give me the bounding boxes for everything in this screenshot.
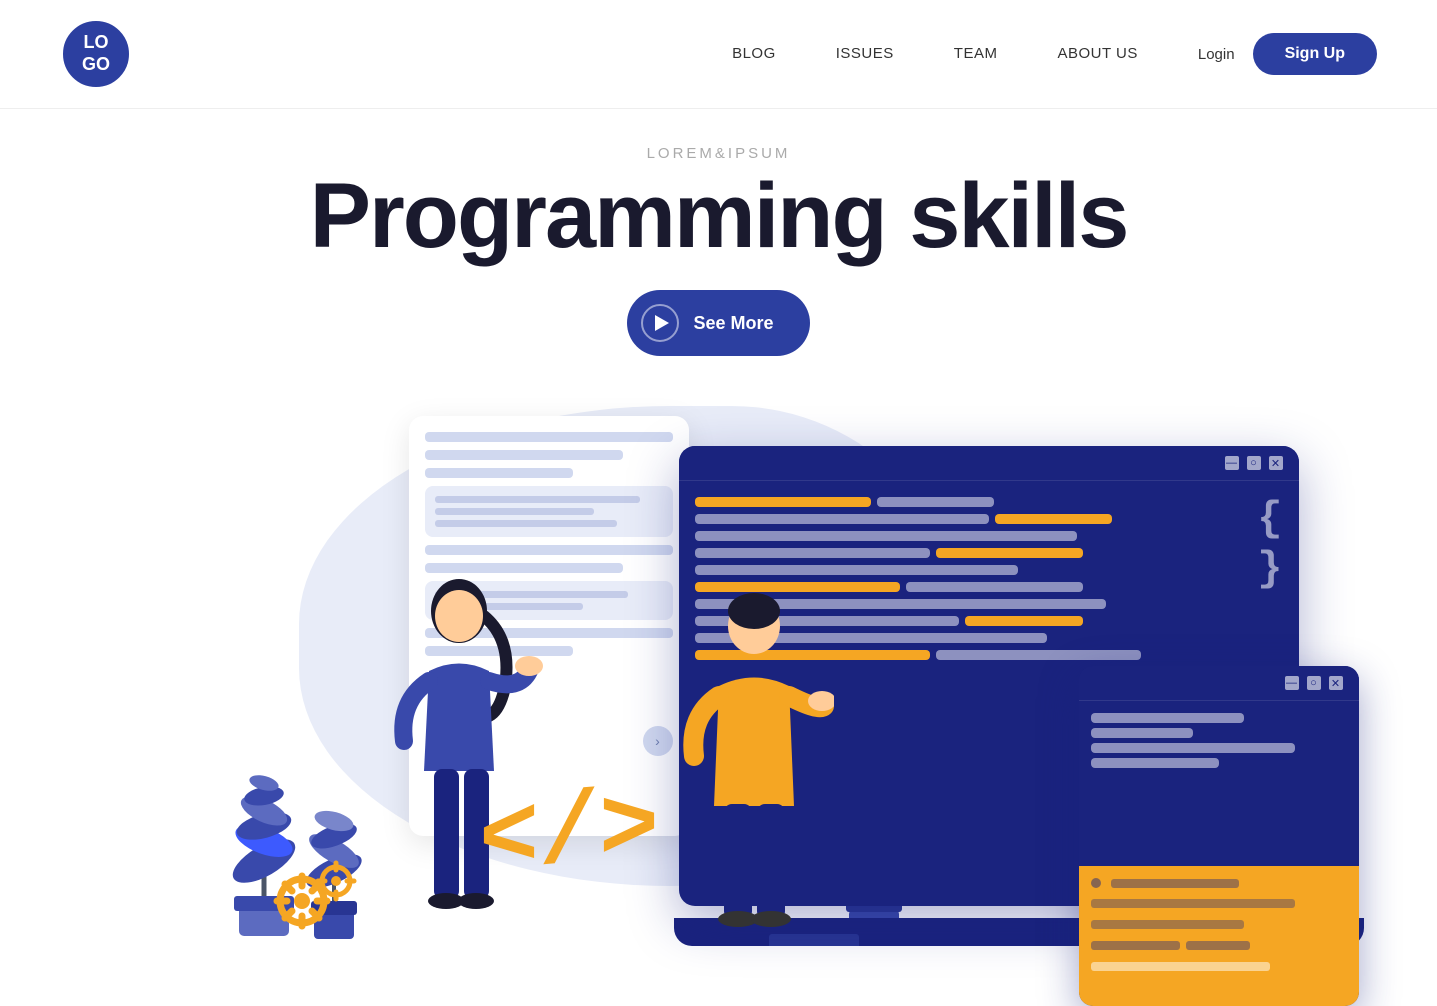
maximize-button[interactable]: ○ (1247, 456, 1261, 470)
orange-code-line-2 (1091, 899, 1296, 908)
editor-titlebar: — ○ ✕ (679, 446, 1299, 481)
orange-code-line-4 (1091, 941, 1181, 950)
gears-group (264, 851, 364, 941)
logo[interactable]: LO GO (60, 18, 132, 90)
sec-line-4 (1091, 758, 1219, 768)
doc-line-1 (425, 432, 673, 442)
sec-line-3 (1091, 743, 1296, 753)
orange-code-line-1 (1111, 879, 1239, 888)
sec-code-row-2 (1091, 728, 1347, 738)
svg-text:LO: LO (84, 32, 109, 52)
orange-code-line-3 (1091, 920, 1245, 929)
nav-item-issues[interactable]: ISSUES (836, 45, 894, 63)
brace-symbol: {} (1257, 494, 1282, 595)
code-line-white-2 (695, 514, 989, 524)
nav-item-about[interactable]: ABOUT US (1057, 45, 1137, 63)
doc-inner-3 (435, 520, 617, 527)
doc-line-3 (425, 468, 574, 478)
minimize-button[interactable]: — (1225, 456, 1239, 470)
nav-links: BLOG ISSUES TEAM ABOUT US (732, 45, 1138, 63)
hero-subtitle: LOREM&IPSUM (647, 145, 791, 162)
signup-button[interactable]: Sign Up (1253, 33, 1377, 75)
doc-inner-1 (435, 496, 640, 503)
nav-item-team[interactable]: TEAM (954, 45, 998, 63)
sec-close-button[interactable]: ✕ (1329, 676, 1343, 690)
illustration-area: › — ○ ✕ (119, 386, 1319, 946)
see-more-label: See More (693, 313, 773, 334)
code-row-2 (695, 514, 1283, 524)
code-line-orange-2 (995, 514, 1113, 524)
secondary-editor-body (1079, 701, 1359, 785)
code-line-white-10 (936, 650, 1142, 660)
code-brackets-symbol: </> (479, 778, 659, 894)
sec-line-2 (1091, 728, 1193, 738)
hero-title: Programming skills (310, 170, 1128, 262)
doc-line-2 (425, 450, 623, 460)
code-line-white-4 (695, 548, 930, 558)
doc-arrow-icon: › (643, 726, 673, 756)
code-row-4 (695, 548, 1283, 558)
man-figure (674, 561, 834, 946)
orange-row-2 (1091, 941, 1347, 950)
svg-text:GO: GO (82, 54, 110, 74)
close-button[interactable]: ✕ (1269, 456, 1283, 470)
doc-section-1 (425, 486, 673, 537)
navbar: LO GO BLOG ISSUES TEAM ABOUT US Login Si… (0, 0, 1437, 109)
see-more-button[interactable]: See More (627, 290, 809, 356)
nav-item-blog[interactable]: BLOG (732, 45, 776, 63)
code-line-white-3 (695, 531, 1077, 541)
sec-minimize-button[interactable]: — (1285, 676, 1299, 690)
code-line-orange-3 (936, 548, 1083, 558)
code-line-white-1 (877, 497, 995, 507)
sec-maximize-button[interactable]: ○ (1307, 676, 1321, 690)
orange-row-1 (1091, 878, 1347, 888)
play-icon (641, 304, 679, 342)
code-row-1 (695, 497, 1283, 507)
code-line-orange-1 (695, 497, 871, 507)
play-triangle-icon (655, 315, 669, 331)
sec-code-row-4 (1091, 758, 1347, 768)
secondary-titlebar: — ○ ✕ (1079, 666, 1359, 701)
code-line-white-6 (906, 582, 1082, 592)
sec-code-row-3 (1091, 743, 1347, 753)
code-row-3 (695, 531, 1283, 541)
orange-dot-1 (1091, 878, 1101, 888)
orange-code-line-white (1091, 962, 1270, 971)
code-line-orange-5 (965, 616, 1083, 626)
hero-section: LOREM&IPSUM Programming skills See More (0, 109, 1437, 946)
doc-inner-2 (435, 508, 595, 515)
sec-line-1 (1091, 713, 1245, 723)
sec-code-row-1 (1091, 713, 1347, 723)
orange-code-line-5 (1186, 941, 1250, 950)
secondary-code-editor: — ○ ✕ (1079, 666, 1359, 1006)
login-button[interactable]: Login (1198, 46, 1235, 63)
editor-orange-section (1079, 866, 1359, 1006)
